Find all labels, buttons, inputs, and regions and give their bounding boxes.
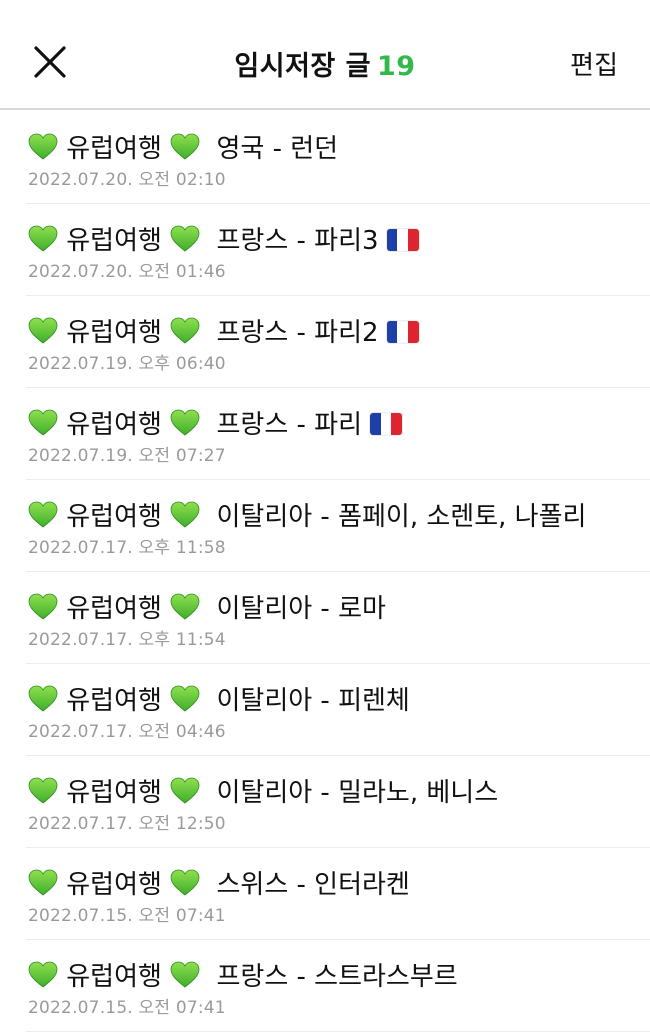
draft-title-prefix: 유럽여행 xyxy=(66,594,162,624)
draft-list-item[interactable]: 유럽여행 프랑스 - 파리2 2022.07.19. 오후 06:40 xyxy=(26,296,650,388)
draft-list-item[interactable]: 유럽여행 프랑스 - 파리 2022.07.19. 오전 07:27 xyxy=(26,388,650,480)
green-heart-icon xyxy=(28,777,58,805)
draft-title-text: 이탈리아 - 폼페이, 소렌토, 나폴리 xyxy=(216,502,587,532)
draft-title: 유럽여행 스위스 - 인터라켄 xyxy=(28,864,410,901)
draft-timestamp: 2022.07.15. 오전 07:41 xyxy=(28,906,226,926)
draft-timestamp: 2022.07.17. 오전 04:46 xyxy=(28,722,226,742)
green-heart-icon xyxy=(28,501,58,529)
green-heart-icon xyxy=(170,225,200,253)
green-heart-icon xyxy=(170,869,200,897)
french-flag-icon xyxy=(370,413,402,435)
green-heart-icon xyxy=(170,409,200,437)
draft-list-item[interactable]: 유럽여행 이탈리아 - 로마 2022.07.17. 오후 11:54 xyxy=(26,572,650,664)
draft-timestamp: 2022.07.20. 오전 01:46 xyxy=(28,262,226,282)
draft-list-item[interactable]: 유럽여행 이탈리아 - 폼페이, 소렌토, 나폴리 2022.07.17. 오후 … xyxy=(26,480,650,572)
green-heart-icon xyxy=(28,225,58,253)
draft-list-item[interactable]: 유럽여행 영국 - 런던 2022.07.20. 오전 02:10 xyxy=(26,112,650,204)
draft-title: 유럽여행 프랑스 - 파리3 xyxy=(28,220,419,257)
draft-title: 유럽여행 이탈리아 - 밀라노, 베니스 xyxy=(28,772,498,809)
draft-title-prefix: 유럽여행 xyxy=(66,502,162,532)
draft-title-text: 스위스 - 인터라켄 xyxy=(216,870,410,900)
draft-title-prefix: 유럽여행 xyxy=(66,686,162,716)
draft-title-text: 영국 - 런던 xyxy=(216,134,339,164)
draft-list-item[interactable]: 유럽여행 이탈리아 - 피렌체 2022.07.17. 오전 04:46 xyxy=(26,664,650,756)
draft-list-item[interactable]: 유럽여행 프랑스 - 스트라스부르 2022.07.15. 오전 07:41 xyxy=(26,940,650,1032)
edit-button[interactable]: 편집 xyxy=(570,45,618,82)
draft-title: 유럽여행 이탈리아 - 피렌체 xyxy=(28,680,410,717)
green-heart-icon xyxy=(28,961,58,989)
draft-title-prefix: 유럽여행 xyxy=(66,134,162,164)
french-flag-icon xyxy=(386,321,419,343)
green-heart-icon xyxy=(170,317,200,345)
draft-list-item[interactable]: 유럽여행 프랑스 - 파리3 2022.07.20. 오전 01:46 xyxy=(26,204,650,296)
draft-title-prefix: 유럽여행 xyxy=(66,318,162,348)
draft-title-text: 프랑스 - 스트라스부르 xyxy=(216,962,458,992)
draft-timestamp: 2022.07.17. 오후 11:58 xyxy=(28,538,226,558)
draft-title-text: 프랑스 - 파리3 xyxy=(216,226,379,256)
green-heart-icon xyxy=(28,133,58,161)
draft-title-prefix: 유럽여행 xyxy=(66,410,162,440)
green-heart-icon xyxy=(28,685,58,713)
top-bar: 임시저장 글 19 편집 xyxy=(0,0,650,110)
green-heart-icon xyxy=(28,869,58,897)
draft-timestamp: 2022.07.20. 오전 02:10 xyxy=(28,170,226,190)
draft-timestamp: 2022.07.19. 오후 06:40 xyxy=(28,354,226,374)
draft-title: 유럽여행 이탈리아 - 로마 xyxy=(28,588,386,625)
green-heart-icon xyxy=(170,685,200,713)
green-heart-icon xyxy=(28,409,58,437)
page-title: 임시저장 글 19 xyxy=(0,44,650,83)
draft-title: 유럽여행 프랑스 - 파리 xyxy=(28,404,402,441)
green-heart-icon xyxy=(170,133,200,161)
draft-timestamp: 2022.07.17. 오후 11:54 xyxy=(28,630,226,650)
draft-title-text: 이탈리아 - 피렌체 xyxy=(216,686,410,716)
draft-title-prefix: 유럽여행 xyxy=(66,962,162,992)
draft-title-text: 이탈리아 - 로마 xyxy=(216,594,386,624)
green-heart-icon xyxy=(170,593,200,621)
green-heart-icon xyxy=(28,593,58,621)
draft-title-text: 프랑스 - 파리 xyxy=(216,410,362,440)
draft-timestamp: 2022.07.17. 오전 12:50 xyxy=(28,814,226,834)
draft-list: 유럽여행 영국 - 런던 2022.07.20. 오전 02:10 유럽여행 프… xyxy=(0,112,650,1032)
draft-title: 유럽여행 영국 - 런던 xyxy=(28,128,338,165)
draft-title-prefix: 유럽여행 xyxy=(66,870,162,900)
green-heart-icon xyxy=(170,501,200,529)
draft-title: 유럽여행 프랑스 - 스트라스부르 xyxy=(28,956,458,993)
draft-list-item[interactable]: 유럽여행 이탈리아 - 밀라노, 베니스 2022.07.17. 오전 12:50 xyxy=(26,756,650,848)
draft-title-text: 이탈리아 - 밀라노, 베니스 xyxy=(216,778,499,808)
draft-title-prefix: 유럽여행 xyxy=(66,778,162,808)
draft-title-text: 프랑스 - 파리2 xyxy=(216,318,379,348)
draft-timestamp: 2022.07.19. 오전 07:27 xyxy=(28,446,226,466)
green-heart-icon xyxy=(170,961,200,989)
draft-timestamp: 2022.07.15. 오전 07:41 xyxy=(28,998,226,1018)
green-heart-icon xyxy=(170,777,200,805)
draft-title-prefix: 유럽여행 xyxy=(66,226,162,256)
page-title-text: 임시저장 글 xyxy=(234,51,372,82)
draft-count: 19 xyxy=(377,51,416,82)
draft-list-item[interactable]: 유럽여행 스위스 - 인터라켄 2022.07.15. 오전 07:41 xyxy=(26,848,650,940)
green-heart-icon xyxy=(28,317,58,345)
draft-title: 유럽여행 프랑스 - 파리2 xyxy=(28,312,419,349)
draft-title: 유럽여행 이탈리아 - 폼페이, 소렌토, 나폴리 xyxy=(28,496,586,533)
french-flag-icon xyxy=(386,229,419,251)
